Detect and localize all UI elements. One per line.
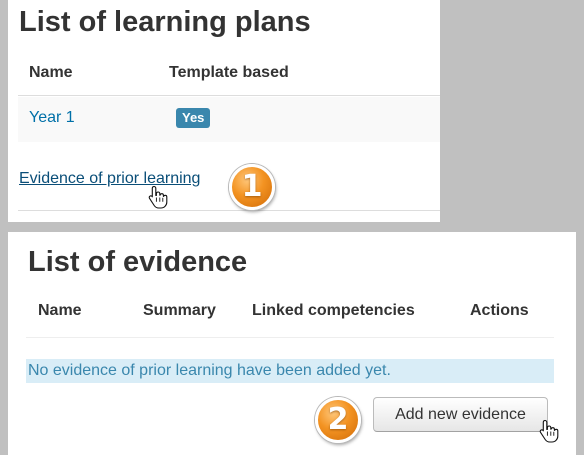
step-1-callout: 1 — [229, 164, 275, 210]
column-header-actions: Actions — [470, 302, 529, 319]
learning-plans-table-header: Name Template based — [18, 56, 440, 96]
hand-pointer-icon — [148, 185, 168, 209]
empty-state-message: No evidence of prior learning have been … — [26, 359, 554, 383]
divider — [18, 210, 440, 211]
evidence-panel: List of evidence Name Summary Linked com… — [8, 232, 576, 455]
learning-plans-panel: List of learning plans Name Template bas… — [8, 0, 440, 222]
column-header-linked-competencies: Linked competencies — [252, 302, 415, 319]
column-header-name: Name — [29, 64, 73, 81]
learning-plans-title: List of learning plans — [19, 6, 311, 38]
hand-pointer-icon — [539, 419, 559, 443]
evidence-of-prior-learning-link[interactable]: Evidence of prior learning — [19, 170, 200, 188]
step-2-callout: 2 — [315, 397, 361, 443]
column-header-name: Name — [38, 302, 82, 319]
add-new-evidence-button[interactable]: Add new evidence — [373, 397, 548, 432]
plan-name-link[interactable]: Year 1 — [29, 109, 75, 127]
template-based-badge: Yes — [176, 108, 211, 128]
divider — [26, 337, 554, 338]
evidence-title: List of evidence — [28, 246, 248, 278]
column-header-template-based: Template based — [169, 64, 289, 81]
column-header-summary: Summary — [143, 302, 216, 319]
table-row: Year 1 Yes — [18, 97, 440, 142]
